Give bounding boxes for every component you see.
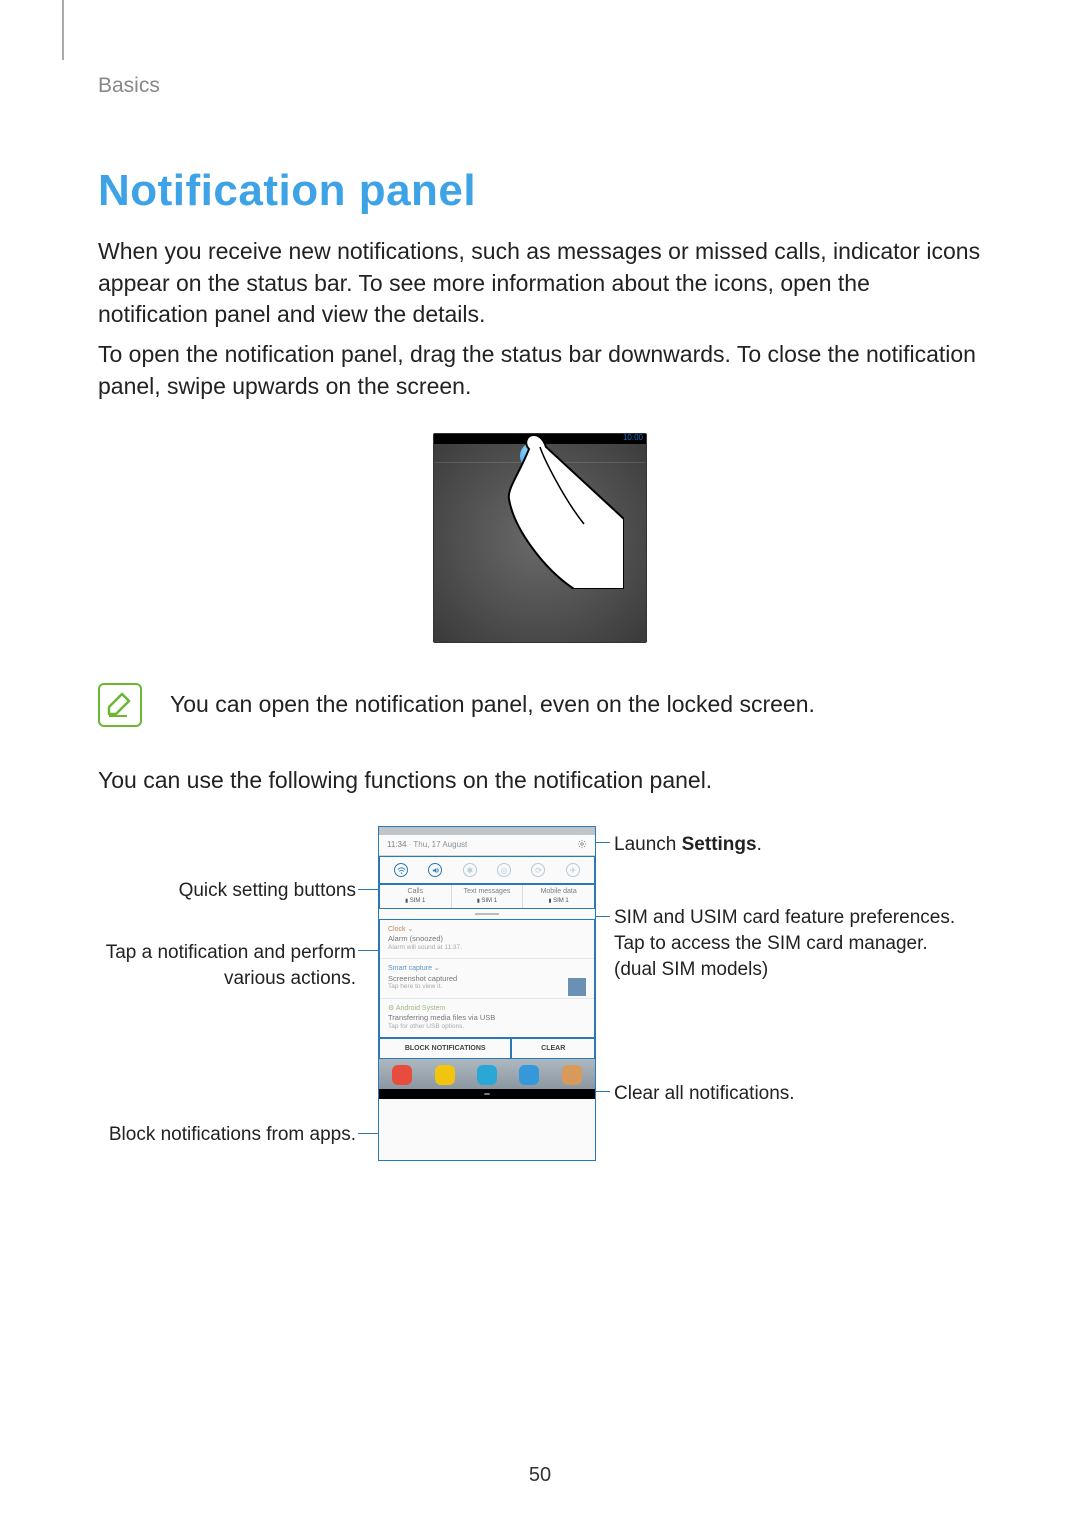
sim-col1-title: Calls xyxy=(380,888,451,896)
figure-swipe-down: 10:00 xyxy=(433,433,647,643)
callout-launch-settings: Launch Settings. xyxy=(614,832,964,858)
quick-settings-row: ✱ ◎ ⟳ ✈ xyxy=(379,856,595,884)
notif3-title: Transferring media files via USB xyxy=(388,1013,586,1023)
sound-icon xyxy=(428,863,442,877)
note-icon xyxy=(98,683,142,727)
chapter-label: Basics xyxy=(98,74,982,98)
notif3-sub: Tap for other USB options. xyxy=(388,1023,586,1031)
clear-button: CLEAR xyxy=(511,1038,595,1059)
notification-item-1: Clock ⌄ Alarm (snoozed) Alarm will sound… xyxy=(380,920,594,959)
bluetooth-icon: ✱ xyxy=(463,863,477,877)
rotate-icon: ⟳ xyxy=(531,863,545,877)
notification-item-2: Smart capture ⌄ Screenshot captured Tap … xyxy=(380,959,594,998)
paragraph-3: You can use the following functions on t… xyxy=(98,765,982,797)
notif1-app: Clock ⌄ xyxy=(388,925,586,934)
airplane-icon: ✈ xyxy=(566,863,580,877)
notif2-title: Screenshot captured xyxy=(388,974,586,984)
gear-icon xyxy=(577,839,587,849)
callout-block-apps: Block notifications from apps. xyxy=(98,1122,356,1148)
notif2-app: Smart capture ⌄ xyxy=(388,964,586,973)
notif3-app: Android System xyxy=(396,1005,445,1012)
notif1-sub: Alarm will sound at 11:37. xyxy=(388,944,586,952)
notif2-sub: Tap here to view it. xyxy=(388,983,586,991)
notification-panel-diagram: Quick setting buttons Tap a notification… xyxy=(98,826,982,1186)
sim-col2-sub: SIM 1 xyxy=(481,898,497,904)
callout-launch-settings-bold: Settings xyxy=(682,834,757,855)
phone-mockup: 11:34 · Thu, 17 August ✱ ◎ ⟳ ✈ Calls▮ SI… xyxy=(378,826,596,1161)
notification-item-3: ⚙ Android System Transferring media file… xyxy=(380,999,594,1037)
paragraph-2: To open the notification panel, drag the… xyxy=(98,339,982,402)
page-title: Notification panel xyxy=(98,166,982,216)
block-notifications-button: BLOCK NOTIFICATIONS xyxy=(379,1038,511,1059)
phone-header-time: 11:34 xyxy=(387,840,406,849)
wifi-icon xyxy=(394,863,408,877)
paragraph-1: When you receive new notifications, such… xyxy=(98,236,982,331)
sim-col3-sub: SIM 1 xyxy=(553,898,569,904)
callout-quick-settings: Quick setting buttons xyxy=(98,878,356,904)
phone-header-date: Thu, 17 August xyxy=(413,840,467,849)
sim-col1-sub: SIM 1 xyxy=(410,898,426,904)
location-icon: ◎ xyxy=(497,863,511,877)
app-dock xyxy=(379,1059,595,1089)
callout-clear: Clear all notifications. xyxy=(614,1081,964,1107)
callout-launch-settings-prefix: Launch xyxy=(614,834,682,855)
figure-time: 10:00 xyxy=(623,433,643,442)
sim-preferences-row: Calls▮ SIM 1 Text messages▮ SIM 1 Mobile… xyxy=(379,884,595,909)
page-number: 50 xyxy=(0,1464,1080,1487)
callout-launch-settings-suffix: . xyxy=(757,834,762,855)
callout-tap-notification: Tap a notification and perform various a… xyxy=(98,940,356,991)
hand-icon xyxy=(474,429,624,589)
callout-sim: SIM and USIM card feature preferences. T… xyxy=(614,905,974,982)
screenshot-thumbnail-icon xyxy=(568,978,586,996)
note-text: You can open the notification panel, eve… xyxy=(170,691,815,718)
sim-col2-title: Text messages xyxy=(452,888,523,896)
sim-col3-title: Mobile data xyxy=(523,888,594,896)
notif1-title: Alarm (snoozed) xyxy=(388,934,586,944)
